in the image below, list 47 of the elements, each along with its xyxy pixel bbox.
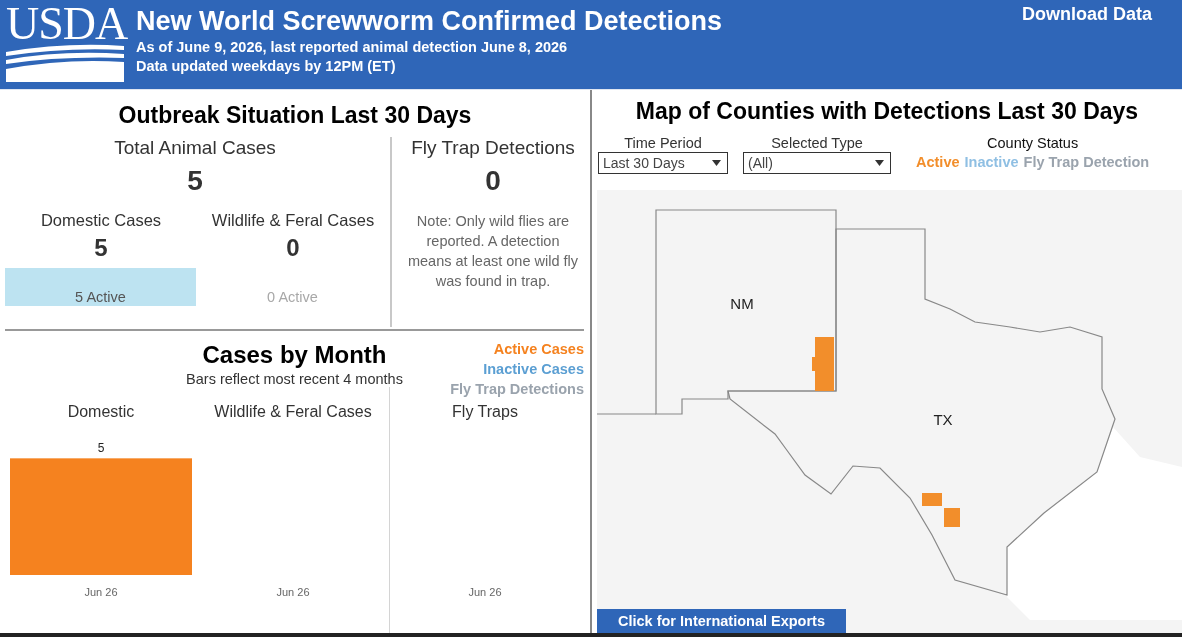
chart-title: Fly Traps <box>452 403 518 421</box>
subtitle-text: As of June 9, 2026, last reported animal detection June 8, 2026 <box>136 38 569 57</box>
filter-label: Selected Type <box>771 135 863 151</box>
filter-dropdown[interactable]: (All) <box>743 152 891 174</box>
month-label: Jun 26 <box>468 586 502 598</box>
bar-value-label: 5 <box>97 441 105 456</box>
export-button[interactable]: Click for International Exports <box>597 609 846 633</box>
state-label: NM <box>730 294 754 312</box>
stat-value: 5 <box>94 234 108 262</box>
caret-icon <box>712 160 721 166</box>
section-title: Map of Counties with Detections Last 30 Days <box>635 98 1139 125</box>
stat-label: Total Animal Cases <box>114 137 276 159</box>
stat-label: Domestic Cases <box>40 211 162 230</box>
month-label: Jun 26 <box>84 586 118 598</box>
caret-icon <box>875 160 884 166</box>
legend-item: Fly Trap Detections <box>450 380 584 399</box>
active-count: 0 Active <box>267 289 318 306</box>
dashboard-title: New World Screwworm Confirmed Detections <box>136 5 723 38</box>
chart-title: Wildlife & Feral Cases <box>214 403 372 421</box>
logo-wordmark: USDA <box>6 4 128 44</box>
legend-item: Active Cases <box>493 340 584 359</box>
month-label: Jun 26 <box>276 586 310 598</box>
download-link[interactable]: Download Data <box>1022 4 1152 25</box>
county-marker[interactable] <box>922 493 942 506</box>
state-label: TX <box>933 410 953 428</box>
legend-item: Inactive Cases <box>483 360 584 379</box>
county-marker[interactable] <box>944 508 960 527</box>
note-text: Note: Only wild flies are reported. A detection means at least one wild fly was found in trap. <box>406 212 580 291</box>
stat-label: Fly Trap Detections <box>411 137 575 159</box>
active-bar: 5 Active <box>5 268 196 306</box>
legend-item: Fly Trap Detection <box>1023 154 1150 170</box>
legend-item: Inactive <box>964 154 1019 170</box>
legend-title: County Status <box>987 135 1079 151</box>
chart-title: Domestic <box>67 403 135 421</box>
logo-swoosh-icon <box>6 44 124 82</box>
filter-dropdown[interactable]: Last 30 Days <box>598 152 728 174</box>
stat-value: 5 <box>187 165 203 197</box>
subtitle-text: Data updated weekdays by 12PM (ET) <box>136 57 397 76</box>
stat-value: 0 <box>286 234 300 262</box>
section-title: Outbreak Situation Last 30 Days <box>118 102 472 129</box>
county-marker[interactable] <box>812 337 834 391</box>
filter-label: Time Period <box>624 135 702 151</box>
section-title: Cases by Month <box>202 341 387 369</box>
section-subtitle: Bars reflect most recent 4 months <box>186 371 403 387</box>
stat-value: 0 <box>485 165 501 197</box>
legend-item: Active <box>916 154 960 170</box>
stat-label: Wildlife & Feral Cases <box>211 211 375 230</box>
